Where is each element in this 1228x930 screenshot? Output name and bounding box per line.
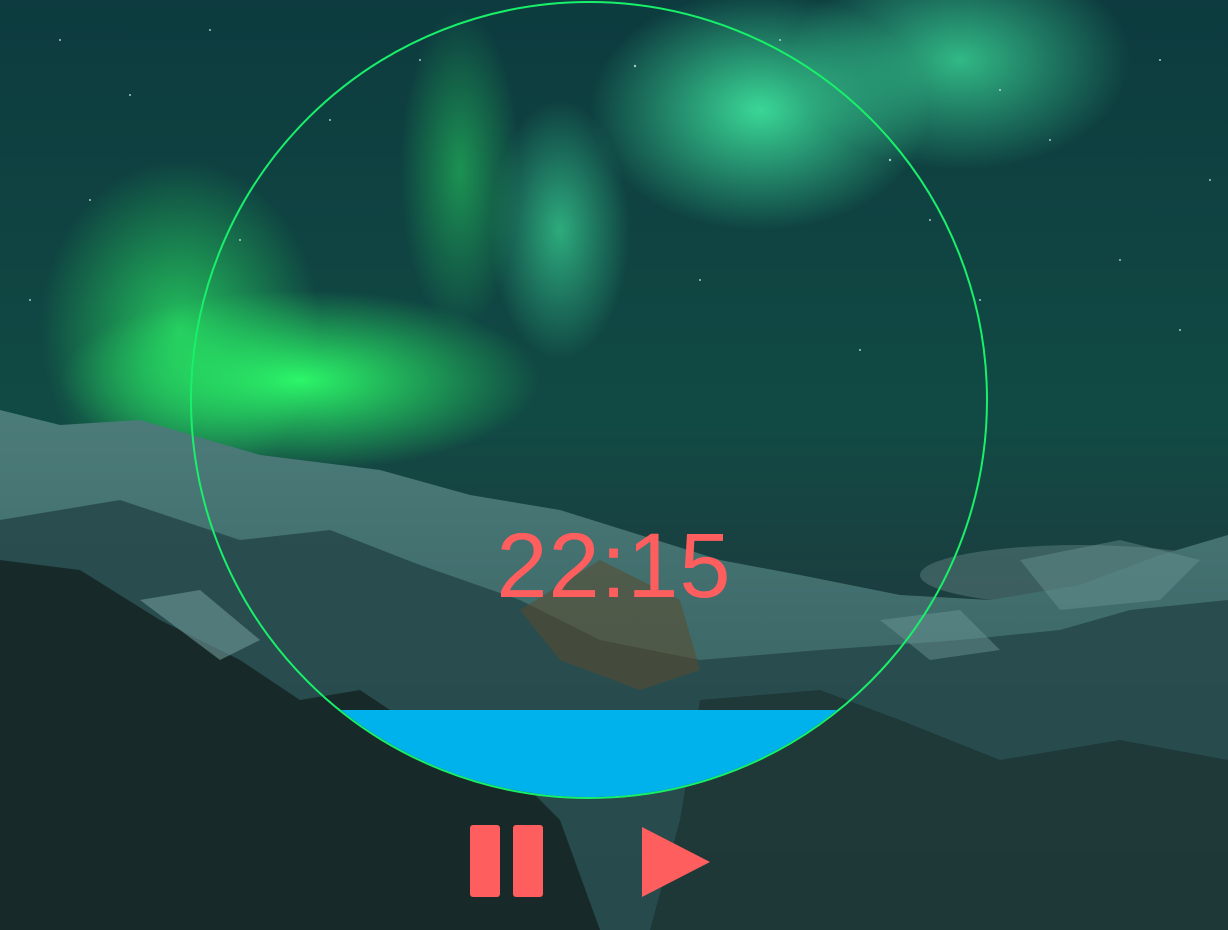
- time-display: 22:15: [496, 515, 732, 617]
- timer-screen: 22:15: [0, 0, 1228, 930]
- pause-icon-bar-left: [470, 825, 500, 897]
- play-icon: [642, 827, 710, 897]
- playback-controls: [0, 825, 1228, 899]
- progress-fill: [192, 709, 986, 797]
- timer-ring: [190, 1, 988, 799]
- pause-icon-bar-right: [513, 825, 543, 897]
- pause-button[interactable]: [470, 825, 544, 899]
- play-button[interactable]: [640, 825, 712, 899]
